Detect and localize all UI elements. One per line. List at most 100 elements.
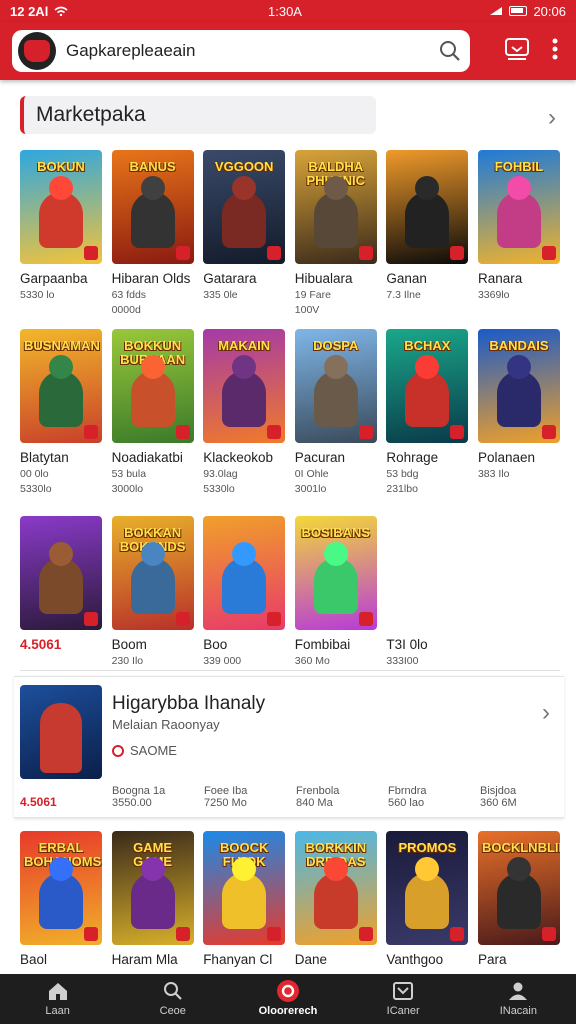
search-icon: [161, 981, 185, 1001]
nav-item-inacain[interactable]: INacain: [473, 981, 563, 1017]
search-icon[interactable]: [430, 31, 470, 71]
game-meta: 00 0lo: [20, 468, 49, 480]
game-card[interactable]: 4.5061: [20, 516, 102, 667]
game-card[interactable]: FOHBIL Ranara 3369lo: [477, 150, 560, 320]
character-art: [39, 558, 83, 614]
character-art: [405, 371, 450, 427]
game-card[interactable]: ERBAL BOHANOMS Baol: [20, 831, 102, 981]
featured-subtitle: Melaian Raoonyay: [112, 717, 220, 732]
game-thumbnail: FOHBIL: [477, 150, 560, 264]
game-grid-row-1: BOKUN Garpaanba 5330 lo BANUS Hibaran Olds 63…: [20, 150, 560, 320]
game-name: T3I 0lo: [386, 637, 428, 652]
game-card[interactable]: BOKKAN BOKUNDS Boom 230 Ilo: [111, 516, 194, 667]
game-card[interactable]: Ganan 7.3 Ilne: [386, 150, 469, 320]
person-icon: [506, 981, 530, 1001]
search-bar[interactable]: Gapkarepleaeain: [12, 30, 470, 72]
app-bar: Gapkarepleaeain: [0, 22, 576, 80]
featured-rating: 4.5061: [20, 795, 57, 809]
nav-item-laan[interactable]: Laan: [13, 981, 103, 1017]
more-menu-icon[interactable]: [552, 38, 558, 65]
game-logo-text: BUSNAMAN: [24, 338, 100, 353]
featured-title: Higarybba Ihanaly: [112, 693, 266, 714]
divider: [20, 670, 560, 671]
featured-stat-label: Fbrndra: [388, 785, 427, 797]
signal-icon: [489, 4, 503, 19]
game-thumbnail: [203, 516, 286, 630]
game-thumbnail: BOKKAN BOKUNDS: [111, 516, 194, 630]
game-thumbnail: BALDHA PHUSNIC: [294, 150, 377, 264]
featured-stat: Fbrndra 560 lao: [388, 785, 480, 809]
platform-badge-icon: [450, 425, 465, 439]
section-title: Marketpaka: [36, 103, 146, 126]
featured-game-card[interactable]: Higarybba Ihanaly Melaian Raoonyay SAOME…: [14, 676, 564, 818]
game-card[interactable]: BORKKIN DRBIDAS Dane: [294, 831, 377, 981]
featured-stat-label: Bisjdoa: [480, 785, 517, 797]
game-thumbnail: DOSPA: [294, 329, 377, 443]
platform-badge-icon: [358, 927, 373, 941]
game-card[interactable]: T3I 0lo 333I00: [386, 516, 468, 667]
game-card[interactable]: BOKKUN BURSAAN Noadiakatbi 53 bula 3000lo: [111, 329, 194, 509]
game-name: Haram Mla: [111, 952, 178, 967]
game-thumbnail: BUSNAMAN: [20, 329, 102, 443]
battery-icon: [509, 6, 528, 16]
game-meta: 230 Ilo: [111, 655, 144, 667]
featured-stat-label: Frenbola: [296, 785, 340, 797]
platform-badge-icon: [358, 612, 373, 626]
game-card[interactable]: GAME GAME Haram Mla: [111, 831, 194, 981]
game-name: Hibaran Olds: [111, 271, 191, 286]
featured-badge-label: SAOME: [130, 743, 177, 758]
nav-item-icaner[interactable]: ICaner: [358, 981, 448, 1017]
platform-badge-icon: [175, 246, 190, 260]
featured-stat: Boogna 1a 3550.00: [112, 785, 204, 809]
game-card[interactable]: BALDHA PHUSNIC Hibualara 19 Fare 100V: [294, 150, 377, 320]
game-card[interactable]: Boo 339 000: [203, 516, 286, 667]
chevron-right-icon[interactable]: ›: [542, 699, 550, 727]
cart-icon[interactable]: [504, 37, 530, 66]
game-name: Fombibai: [294, 637, 351, 652]
game-card[interactable]: BOSIBANS Fombibai 360 Mo: [294, 516, 377, 667]
game-thumbnail: BOKKUN BURSAAN: [111, 329, 194, 443]
game-name: Baol: [20, 952, 48, 967]
game-card[interactable]: BUSNAMAN Blatytan 00 0lo 5330lo: [20, 329, 102, 509]
game-thumbnail: MAKAIN: [203, 329, 286, 443]
store-icon: [276, 980, 300, 1002]
game-card[interactable]: BOCKLNBLINI Para: [477, 831, 560, 981]
game-thumbnail: ERBAL BOHANOMS: [20, 831, 102, 945]
nav-item-oloorerech[interactable]: Oloorerech: [243, 980, 333, 1017]
game-card[interactable]: VGGOON Gatarara 335 0le: [203, 150, 286, 320]
search-input[interactable]: Gapkarepleaeain: [66, 41, 430, 61]
game-thumbnail: [386, 150, 469, 264]
game-card[interactable]: BOOCK FLYOK Fhanyan Cl: [203, 831, 286, 981]
featured-stat-value: 560 lao: [388, 797, 425, 809]
clock-icon: [112, 744, 124, 757]
game-thumbnail: BCHAX: [386, 329, 469, 443]
game-card[interactable]: BANUS Hibaran Olds 63 fdds 0000d: [111, 150, 194, 320]
character-art: [130, 558, 175, 614]
game-card[interactable]: BCHAX Rohrage 53 bdg 231lbo: [386, 329, 469, 509]
game-card[interactable]: MAKAIN Klackeokob 93.0lag 5330lo: [203, 329, 286, 509]
nav-label: ICaner: [386, 1005, 420, 1017]
game-card[interactable]: DOSPA Pacuran 0I Ohle 3001lo: [294, 329, 377, 509]
nav-label: INacain: [499, 1005, 537, 1017]
home-icon: [46, 981, 70, 1001]
character-art: [313, 192, 358, 248]
featured-stat-label: Foee Iba: [204, 785, 248, 797]
platform-badge-icon: [267, 927, 282, 941]
game-card[interactable]: PROMOS Vanthgoo: [386, 831, 469, 981]
chevron-right-icon[interactable]: ›: [548, 104, 556, 132]
platform-badge-icon: [84, 425, 98, 439]
nav-label: Oloorerech: [258, 1005, 318, 1017]
character-art: [496, 371, 541, 427]
wifi-icon: [54, 4, 68, 19]
platform-badge-icon: [175, 927, 190, 941]
platform-badge-icon: [84, 612, 98, 626]
nav-item-ceoe[interactable]: Ceoe: [128, 981, 218, 1017]
character-art: [130, 371, 175, 427]
game-card[interactable]: BANDAIS Polanaen 383 Ilo: [477, 329, 560, 509]
featured-thumbnail: [20, 685, 102, 779]
game-name: Hibualara: [294, 271, 353, 286]
character-art: [222, 371, 267, 427]
game-name: Fhanyan Cl: [203, 952, 273, 967]
game-card[interactable]: BOKUN Garpaanba 5330 lo: [20, 150, 102, 320]
game-thumbnail: [20, 516, 102, 630]
